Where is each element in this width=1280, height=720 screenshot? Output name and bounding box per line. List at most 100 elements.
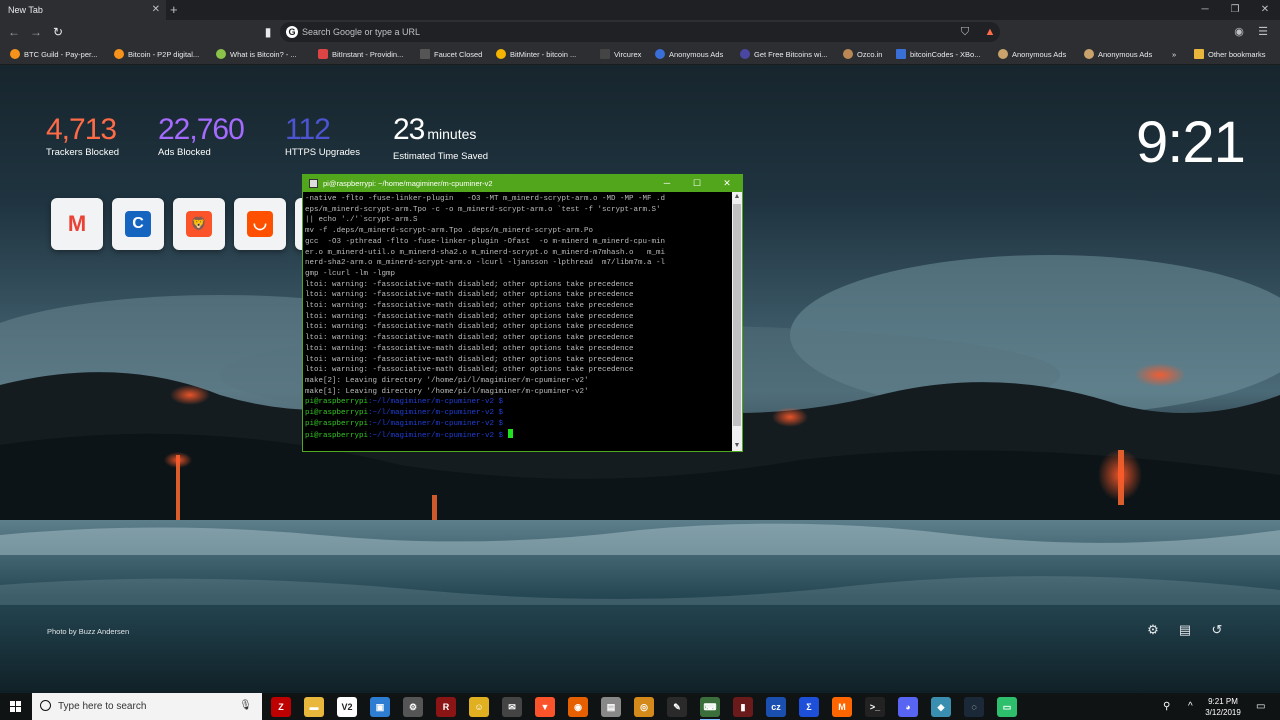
reload-icon[interactable]: ↻ — [50, 24, 66, 40]
bookmark-item[interactable]: Bitcoin - P2P digital... — [114, 47, 199, 62]
settings-icon[interactable]: ⚙ — [1145, 622, 1161, 638]
maximize-icon[interactable]: ☐ — [682, 175, 712, 192]
vnc-viewer-icon[interactable]: V2 — [337, 697, 357, 717]
brave-icon: 🦁 — [186, 211, 212, 237]
other-bookmarks-folder[interactable]: Other bookmarks — [1194, 47, 1266, 62]
bookmark-item[interactable]: What is Bitcoin? - ... — [216, 47, 297, 62]
tray-clock[interactable]: 9:21 PM 3/12/2019 — [1196, 696, 1250, 718]
bookmark-item[interactable]: BitMinter - bitcoin ... — [496, 47, 576, 62]
minimize-icon[interactable]: ─ — [1190, 0, 1220, 20]
terminal-output[interactable]: -native -flto -fuse-linker-plugin -O3 -M… — [303, 192, 732, 451]
steam-icon[interactable]: ◌ — [964, 697, 984, 717]
bookmark-icon[interactable]: ▮ — [260, 24, 276, 40]
brave-shield-icon[interactable]: ⛉ — [957, 24, 973, 40]
scrollbar-thumb[interactable] — [733, 204, 741, 426]
bookmark-item[interactable]: Anonymous Ads — [998, 47, 1066, 62]
bitcoin-wallet-icon[interactable]: ◎ — [634, 697, 654, 717]
terminal-cursor — [507, 429, 513, 439]
scroll-up-icon[interactable]: ▲ — [732, 192, 742, 202]
photos-icon[interactable]: ▣ — [370, 697, 390, 717]
window-close-icon[interactable]: ✕ — [1250, 0, 1280, 20]
new-tab-button[interactable]: + — [170, 0, 180, 20]
history-icon[interactable]: ↺ — [1209, 622, 1225, 638]
mail-icon[interactable]: ✉ — [502, 697, 522, 717]
sigma-icon[interactable]: Σ — [799, 697, 819, 717]
wallet-blue-icon[interactable]: ◆ — [931, 697, 951, 717]
terminal-line: ltoi: warning: -fassociative-math disabl… — [305, 323, 634, 332]
brave-rewards-icon[interactable]: ▲ — [982, 24, 998, 40]
microphone-icon[interactable]: 🎙 — [239, 700, 252, 711]
forward-icon[interactable]: → — [28, 24, 44, 40]
top-site-shopping[interactable]: ◡ — [234, 198, 286, 250]
bookmark-item[interactable]: Ozco.in — [843, 47, 882, 62]
r-app-icon[interactable]: R — [436, 697, 456, 717]
close-icon[interactable]: ✕ — [152, 0, 160, 20]
maximize-icon[interactable]: ❐ — [1220, 0, 1250, 20]
wallet-red-icon[interactable]: ▮ — [733, 697, 753, 717]
top-site-brave[interactable]: 🦁 — [173, 198, 225, 250]
bookmark-item[interactable]: Faucet Closed — [420, 47, 482, 62]
bookmark-item[interactable]: bitcoinCodes - XBo... — [896, 47, 980, 62]
bookmark-item[interactable]: Vircurex — [600, 47, 641, 62]
emoji-app-icon[interactable]: ☺ — [469, 697, 489, 717]
monero-icon[interactable]: M — [832, 697, 852, 717]
taskbar-search-input[interactable] — [58, 698, 238, 715]
menu-icon[interactable]: ☰ — [1255, 24, 1271, 40]
terminal-icon[interactable]: >_ — [865, 697, 885, 717]
people-icon[interactable]: ⚲ — [1163, 701, 1170, 712]
stat-label: Trackers Blocked — [46, 147, 120, 158]
putty-icon[interactable]: ⌨ — [700, 697, 720, 720]
terminal-line: nerd-sha2-arm.o m_minerd-scrypt-arm.o -l… — [305, 259, 666, 268]
bookmarks-overflow-button[interactable]: » — [1172, 47, 1176, 62]
terminal-titlebar[interactable]: pi@raspberrypi: ~/home/magiminer/m-cpumi… — [303, 175, 742, 192]
bookmark-item[interactable]: BTC Guild - Pay-per... — [10, 47, 97, 62]
terminal-line: ltoi: warning: -fassociative-math disabl… — [305, 291, 634, 300]
terminal-scrollbar[interactable]: ▲ ▼ — [732, 192, 742, 451]
scroll-down-icon[interactable]: ▼ — [732, 441, 742, 451]
terminal-line: ltoi: warning: -fassociative-math disabl… — [305, 344, 634, 353]
start-button[interactable] — [0, 693, 31, 720]
tab-new-tab[interactable]: New Tab ✕ — [0, 0, 166, 20]
file-explorer-icon[interactable]: ▬ — [304, 697, 324, 717]
bookmark-item[interactable]: Get Free Bitcoins wi... — [740, 47, 827, 62]
pen-icon[interactable]: ✎ — [667, 697, 687, 717]
terminal-line: make[1]: Leaving directory '/home/pi/l/m… — [305, 387, 589, 396]
bookmarks-icon[interactable]: ▤ — [1177, 622, 1193, 638]
terminal-line: er.o m_minerd-util.o m_minerd-sha2.o m_m… — [305, 248, 666, 257]
omnibox-input[interactable] — [302, 24, 902, 40]
gmail-icon: M — [67, 211, 87, 236]
back-icon[interactable]: ← — [6, 24, 22, 40]
bookmark-item[interactable]: BitInstant - Providin... — [318, 47, 403, 62]
browser-toolbar: ← → ↻ ▮ G ⛉ ▲ ◉ ☰ — [0, 20, 1280, 44]
terminal-window[interactable]: pi@raspberrypi: ~/home/magiminer/m-cpumi… — [302, 174, 743, 452]
address-bar[interactable]: G — [280, 22, 1000, 42]
top-site-gmail[interactable]: M — [51, 198, 103, 250]
tray-overflow-icon[interactable]: ^ — [1188, 701, 1193, 712]
raspberry-icon[interactable]: ⚙ — [403, 697, 423, 717]
profile-icon[interactable]: ◉ — [1231, 24, 1247, 40]
brave-taskbar-icon[interactable]: ▼ — [535, 697, 555, 717]
cz-icon[interactable]: cz — [766, 697, 786, 717]
bookmark-item[interactable]: Anonymous Ads — [1084, 47, 1152, 62]
minimize-icon[interactable]: ─ — [652, 175, 682, 192]
top-site-coinmarketcap[interactable]: C — [112, 198, 164, 250]
stat-time-saved: 23 minutes Estimated Time Saved — [393, 113, 488, 162]
stat-value: 22,760 — [158, 113, 245, 146]
taskbar-search[interactable]: 🎙 — [32, 693, 262, 720]
ozcoin-icon — [843, 49, 853, 59]
bitcoincodes-icon — [896, 49, 906, 59]
bookmark-item[interactable]: Anonymous Ads — [655, 47, 723, 62]
terminal-line: eps/m_minerd-scrypt-arm.Tpo -c -o m_mine… — [305, 205, 661, 214]
filezilla-icon[interactable]: Z — [271, 697, 291, 717]
notes-icon[interactable]: ▤ — [601, 697, 621, 717]
terminal-line: ltoi: warning: -fassociative-math disabl… — [305, 366, 634, 375]
prompt-user: pi@raspberrypi — [305, 432, 369, 441]
action-center-icon[interactable]: ▭ — [1256, 701, 1265, 712]
discord-icon[interactable]: ◕ — [898, 697, 918, 717]
google-icon: G — [286, 26, 298, 38]
windows-logo-icon — [10, 701, 21, 712]
close-icon[interactable]: ✕ — [712, 175, 742, 192]
firefox-icon[interactable]: ◉ — [568, 697, 588, 717]
terminal-prompt: pi@raspberrypi:~/l/magiminer/m-cpuminer-… — [305, 429, 732, 442]
chat-green-icon[interactable]: ▭ — [997, 697, 1017, 717]
